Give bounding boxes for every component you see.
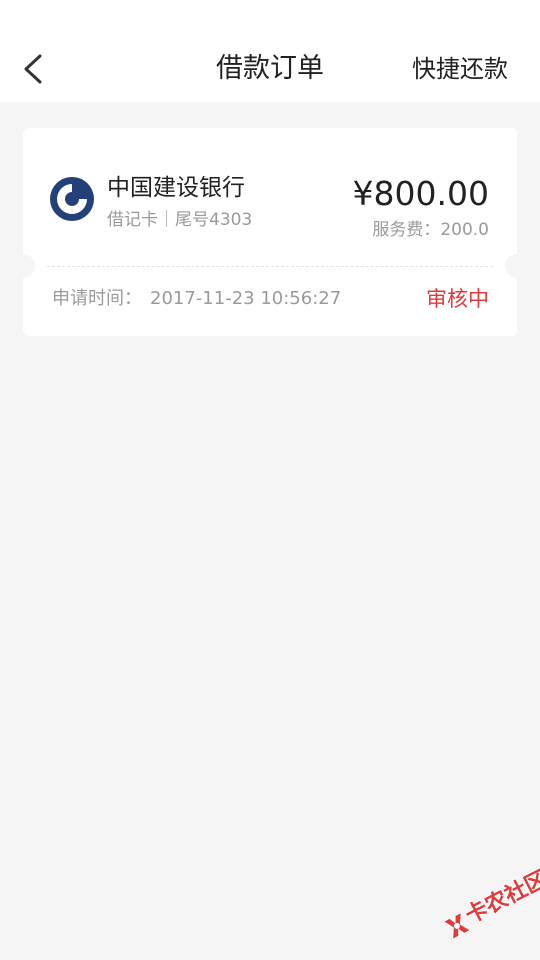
quick-repay-button[interactable]: 快捷还款 (412, 52, 508, 86)
top-bar: 借款订单 快捷还款 (0, 0, 540, 102)
card-info: 借记卡 尾号4303 (107, 208, 252, 232)
service-fee-value: 200.0 (440, 220, 489, 240)
service-fee: 服务费：200.0 (372, 218, 489, 242)
loan-amount: ¥800.00 (352, 174, 489, 213)
loan-order-card[interactable]: 中国建设银行 借记卡 尾号4303 ¥800.00 服务费：200.0 申请时间：… (11, 128, 529, 336)
apply-time-value: 2017-11-23 10:56:27 (150, 288, 342, 309)
dashed-divider (47, 266, 493, 267)
card-tail-number: 尾号4303 (175, 210, 253, 230)
service-fee-label: 服务费： (372, 220, 441, 240)
ticket-notch-left (11, 254, 35, 278)
ticket-notch-right (505, 254, 529, 278)
apply-time: 申请时间： 2017-11-23 10:56:27 (52, 286, 341, 312)
apply-time-label: 申请时间： (52, 288, 142, 309)
bank-name: 中国建设银行 (107, 175, 245, 201)
watermark: 卡农社区 (424, 852, 540, 953)
status-badge: 审核中 (426, 287, 489, 311)
ccb-bank-logo-icon (50, 177, 94, 221)
watermark-text: 卡农社区 (461, 866, 540, 929)
card-type: 借记卡 (107, 210, 158, 230)
card-info-separator (166, 210, 167, 227)
